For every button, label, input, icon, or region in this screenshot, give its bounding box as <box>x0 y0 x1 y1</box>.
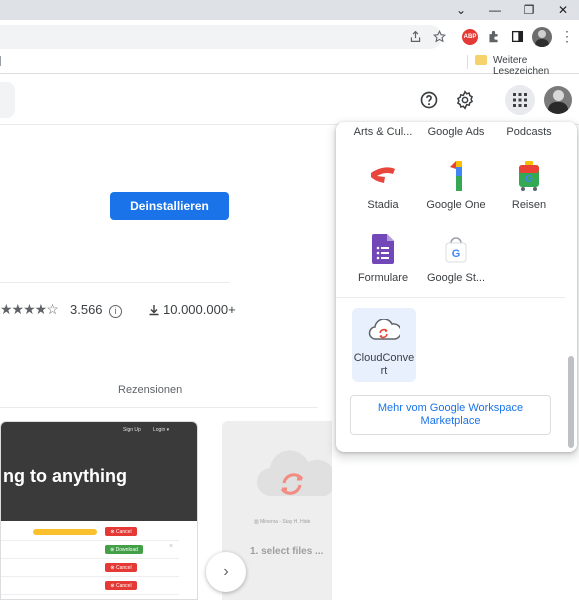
other-bookmarks-label[interactable]: Weitere Lesezeichen <box>493 55 579 77</box>
cloudconvert-logo-icon <box>256 450 332 497</box>
screenshot-nav-signup: Sign Up <box>123 427 141 433</box>
screenshot-cancel-button: ⊗ Cancel <box>105 581 137 590</box>
app-label-cloudconvert[interactable]: CloudConvert <box>352 352 416 378</box>
travel-icon[interactable]: G <box>513 160 545 192</box>
star-icon[interactable] <box>428 25 450 47</box>
rating-count-value: 3.566 <box>70 302 103 317</box>
app-label-google-ads[interactable]: Google Ads <box>416 126 496 138</box>
rating-count: 3.566 i <box>70 302 123 318</box>
share-icon[interactable] <box>404 25 426 47</box>
restore-icon[interactable]: ❐ <box>512 0 546 20</box>
tab-search-icon[interactable]: ⌄ <box>444 0 478 20</box>
apps-popup: Arts & Cul... Google Ads Podcasts Stadia… <box>336 122 577 452</box>
cloudconvert-icon <box>368 314 400 346</box>
google-one-icon[interactable] <box>440 160 472 192</box>
uninstall-button[interactable]: Deinstallieren <box>110 192 229 220</box>
app-label-stadia[interactable]: Stadia <box>343 199 423 211</box>
tabs-divider <box>0 407 318 408</box>
close-icon[interactable]: ✕ <box>546 0 579 20</box>
bookmark-separator <box>467 55 468 69</box>
google-store-icon[interactable]: G <box>440 233 472 265</box>
screenshot-download-button: ⊗ Download <box>105 545 143 554</box>
info-icon[interactable]: i <box>109 305 123 318</box>
screenshot-row: ⊗ Cancel <box>1 577 179 595</box>
tab-reviews[interactable]: Rezensionen <box>118 384 182 396</box>
folder-icon <box>475 55 487 65</box>
next-screenshot-button[interactable]: › <box>206 552 246 592</box>
app-label-google-one[interactable]: Google One <box>416 199 496 211</box>
apps-divider <box>336 297 565 298</box>
adblock-extension-icon[interactable]: ABP <box>462 29 478 45</box>
app-label-arts[interactable]: Arts & Cul... <box>343 126 423 138</box>
workspace-marketplace-button[interactable]: Mehr vom Google Workspace Marketplace <box>350 395 551 435</box>
forms-icon[interactable] <box>367 233 399 265</box>
app-label-forms[interactable]: Formulare <box>343 272 423 284</box>
minimize-icon[interactable]: — <box>478 0 512 20</box>
download-icon <box>148 304 160 319</box>
kebab-menu-icon[interactable]: ⋮ <box>556 25 578 47</box>
profile-avatar[interactable] <box>532 27 552 47</box>
download-count: 10.000.000+ <box>148 302 236 319</box>
screenshot-subtitle: ▥ Minerva - Stay H. Hide <box>254 519 311 525</box>
screenshot-nav-login: Login ▾ <box>153 427 170 433</box>
screenshot-cancel-button: ⊗ Cancel <box>105 563 137 572</box>
popup-scrollbar-thumb[interactable] <box>568 356 574 448</box>
svg-text:G: G <box>452 248 461 260</box>
settings-icon[interactable] <box>450 85 480 115</box>
screenshot-row: ⊗ Cancel <box>1 523 179 541</box>
address-bar[interactable] <box>0 25 442 49</box>
app-label-podcasts[interactable]: Podcasts <box>489 126 569 138</box>
screenshot-row: ⊗ Cancel <box>1 559 179 577</box>
app-label-travel[interactable]: Reisen <box>489 199 569 211</box>
sidepanel-icon[interactable] <box>506 25 528 47</box>
svg-text:G: G <box>525 174 533 185</box>
screenshot-cancel-button: ⊗ Cancel <box>105 527 137 536</box>
search-box[interactable] <box>0 82 15 118</box>
download-count-value: 10.000.000+ <box>163 302 236 317</box>
page-header <box>0 75 579 125</box>
avatar[interactable] <box>544 86 572 114</box>
puzzle-icon[interactable] <box>482 25 504 47</box>
screenshot-card[interactable]: Sign Up Login ▾ ng to anything ⊗ Cancel … <box>0 421 198 600</box>
bookmark-fragment[interactable] <box>0 56 4 66</box>
screenshot-step-text: 1. select files ... <box>250 546 324 557</box>
help-icon[interactable] <box>414 85 444 115</box>
stadia-icon[interactable] <box>367 160 399 192</box>
screenshot-row: ⊗ Download × <box>1 541 179 559</box>
app-label-google-store[interactable]: Google St... <box>416 272 496 284</box>
apps-grid-icon[interactable] <box>505 85 535 115</box>
screenshot-hero-text: ng to anything <box>3 466 127 486</box>
rating-stars: ★★★★☆ <box>0 301 59 317</box>
section-divider <box>0 282 229 283</box>
